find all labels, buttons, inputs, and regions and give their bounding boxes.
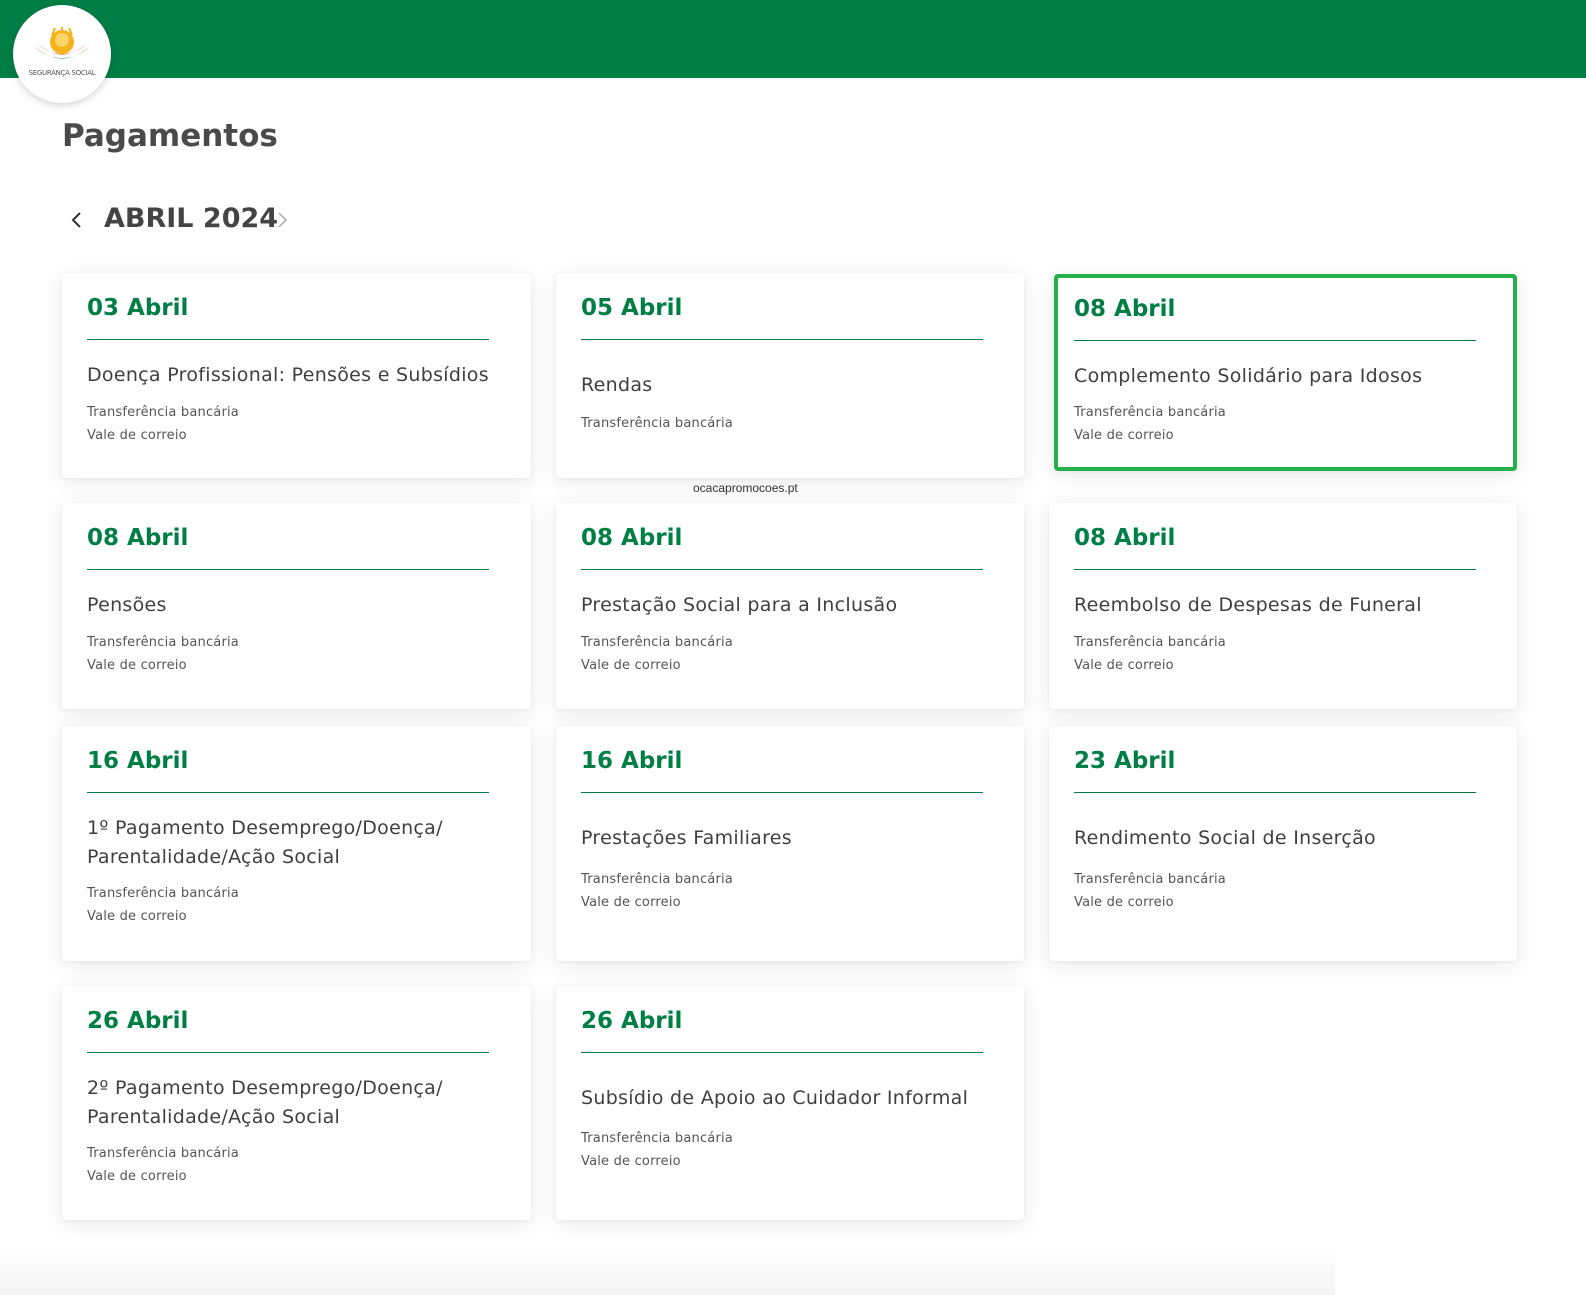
- seguranca-social-logo[interactable]: SEGURANÇA SOCIAL: [13, 5, 111, 103]
- payment-date: 08 Abril: [87, 525, 189, 551]
- payment-method: Vale de correio: [87, 1169, 187, 1184]
- payment-method: Vale de correio: [581, 895, 681, 910]
- payment-methods: Transferência bancária Vale de correio: [581, 631, 733, 677]
- payment-method: Vale de correio: [581, 658, 681, 673]
- payment-title: Subsídio de Apoio ao Cuidador Informal: [581, 1087, 969, 1109]
- payment-method: Transferência bancária: [87, 405, 239, 420]
- payment-date: 23 Abril: [1074, 748, 1176, 774]
- payment-card[interactable]: 03 Abril Doença Profissional: Pensões e …: [62, 273, 531, 478]
- payment-method: Transferência bancária: [87, 635, 239, 650]
- payment-card[interactable]: 05 Abril Rendas Transferência bancária: [556, 273, 1024, 478]
- payment-date: 16 Abril: [87, 748, 189, 774]
- payment-card[interactable]: 26 Abril Subsídio de Apoio ao Cuidador I…: [556, 986, 1024, 1220]
- payment-title: Pensões: [87, 594, 167, 616]
- payment-title: 2º Pagamento Desemprego/Doença/ Parental…: [87, 1074, 443, 1132]
- payment-method: Vale de correio: [1074, 428, 1174, 443]
- payment-method: Vale de correio: [87, 428, 187, 443]
- payment-method: Transferência bancária: [581, 1131, 733, 1146]
- payment-date: 26 Abril: [581, 1008, 683, 1034]
- payment-card[interactable]: 26 Abril 2º Pagamento Desemprego/Doença/…: [62, 986, 531, 1220]
- logo-text: SEGURANÇA SOCIAL: [28, 69, 96, 77]
- payment-date: 08 Abril: [1074, 525, 1176, 551]
- payment-card[interactable]: 08 Abril Pensões Transferência bancária …: [62, 503, 531, 709]
- top-header-bar: [0, 0, 1586, 78]
- payment-methods: Transferência bancária Vale de correio: [1074, 401, 1226, 447]
- payment-method: Transferência bancária: [87, 1146, 239, 1161]
- payment-date: 05 Abril: [581, 295, 683, 321]
- payment-methods: Transferência bancária Vale de correio: [581, 868, 733, 914]
- payment-title: Complemento Solidário para Idosos: [1074, 365, 1423, 387]
- payment-method: Transferência bancária: [581, 635, 733, 650]
- divider: [1074, 792, 1476, 793]
- payment-card[interactable]: 16 Abril Prestações Familiares Transferê…: [556, 726, 1024, 961]
- bottom-shade: [0, 1248, 1335, 1295]
- chevron-left-icon[interactable]: [66, 208, 86, 232]
- payment-methods: Transferência bancária Vale de correio: [581, 1127, 733, 1173]
- payment-methods: Transferência bancária Vale de correio: [87, 882, 239, 928]
- divider: [581, 1052, 983, 1053]
- payment-date: 16 Abril: [581, 748, 683, 774]
- payment-title-line: 1º Pagamento Desemprego/Doença/: [87, 817, 443, 839]
- payment-methods: Transferência bancária Vale de correio: [1074, 631, 1226, 677]
- payment-methods: Transferência bancária Vale de correio: [87, 1142, 239, 1188]
- page-title: Pagamentos: [62, 118, 278, 154]
- payment-methods: Transferência bancária Vale de correio: [87, 401, 239, 447]
- payment-date: 03 Abril: [87, 295, 189, 321]
- payment-methods: Transferência bancária: [581, 412, 733, 435]
- payment-date: 08 Abril: [1074, 296, 1176, 322]
- payment-title-line: Parentalidade/Ação Social: [87, 846, 341, 868]
- payment-date: 08 Abril: [581, 525, 683, 551]
- payment-date: 26 Abril: [87, 1008, 189, 1034]
- payment-card[interactable]: 23 Abril Rendimento Social de Inserção T…: [1049, 726, 1517, 961]
- watermark-text: ocacapromocoes.pt: [693, 481, 798, 495]
- payment-card[interactable]: 16 Abril 1º Pagamento Desemprego/Doença/…: [62, 726, 531, 961]
- payment-method: Vale de correio: [1074, 658, 1174, 673]
- payment-title-line: Parentalidade/Ação Social: [87, 1106, 341, 1128]
- payment-title: Doença Profissional: Pensões e Subsídios: [87, 364, 489, 386]
- payment-title: Prestação Social para a Inclusão: [581, 594, 898, 616]
- payment-title: Prestações Familiares: [581, 827, 792, 849]
- payment-card[interactable]: 08 Abril Reembolso de Despesas de Funera…: [1049, 503, 1517, 709]
- payment-method: Transferência bancária: [1074, 635, 1226, 650]
- payment-method: Transferência bancária: [581, 872, 733, 887]
- payment-title: Reembolso de Despesas de Funeral: [1074, 594, 1422, 616]
- payment-title-line: 2º Pagamento Desemprego/Doença/: [87, 1077, 443, 1099]
- payment-method: Vale de correio: [87, 658, 187, 673]
- payment-method: Vale de correio: [1074, 895, 1174, 910]
- payment-card[interactable]: 08 Abril Prestação Social para a Inclusã…: [556, 503, 1024, 709]
- payment-method: Vale de correio: [581, 1154, 681, 1169]
- payment-method: Vale de correio: [87, 909, 187, 924]
- payment-methods: Transferência bancária Vale de correio: [1074, 868, 1226, 914]
- chevron-right-icon[interactable]: [273, 208, 293, 232]
- divider: [581, 339, 983, 340]
- month-label: ABRIL 2024: [104, 203, 279, 234]
- logo-emblem-icon: [34, 27, 90, 59]
- payment-title: Rendas: [581, 374, 653, 396]
- divider: [581, 792, 983, 793]
- payment-title: Rendimento Social de Inserção: [1074, 827, 1376, 849]
- payment-method: Transferência bancária: [87, 886, 239, 901]
- payment-method: Transferência bancária: [1074, 872, 1226, 887]
- payment-method: Transferência bancária: [1074, 405, 1226, 420]
- payment-title: 1º Pagamento Desemprego/Doença/ Parental…: [87, 814, 443, 872]
- payment-card-highlighted[interactable]: 08 Abril Complemento Solidário para Idos…: [1054, 274, 1517, 471]
- payment-method: Transferência bancária: [581, 416, 733, 431]
- payment-methods: Transferência bancária Vale de correio: [87, 631, 239, 677]
